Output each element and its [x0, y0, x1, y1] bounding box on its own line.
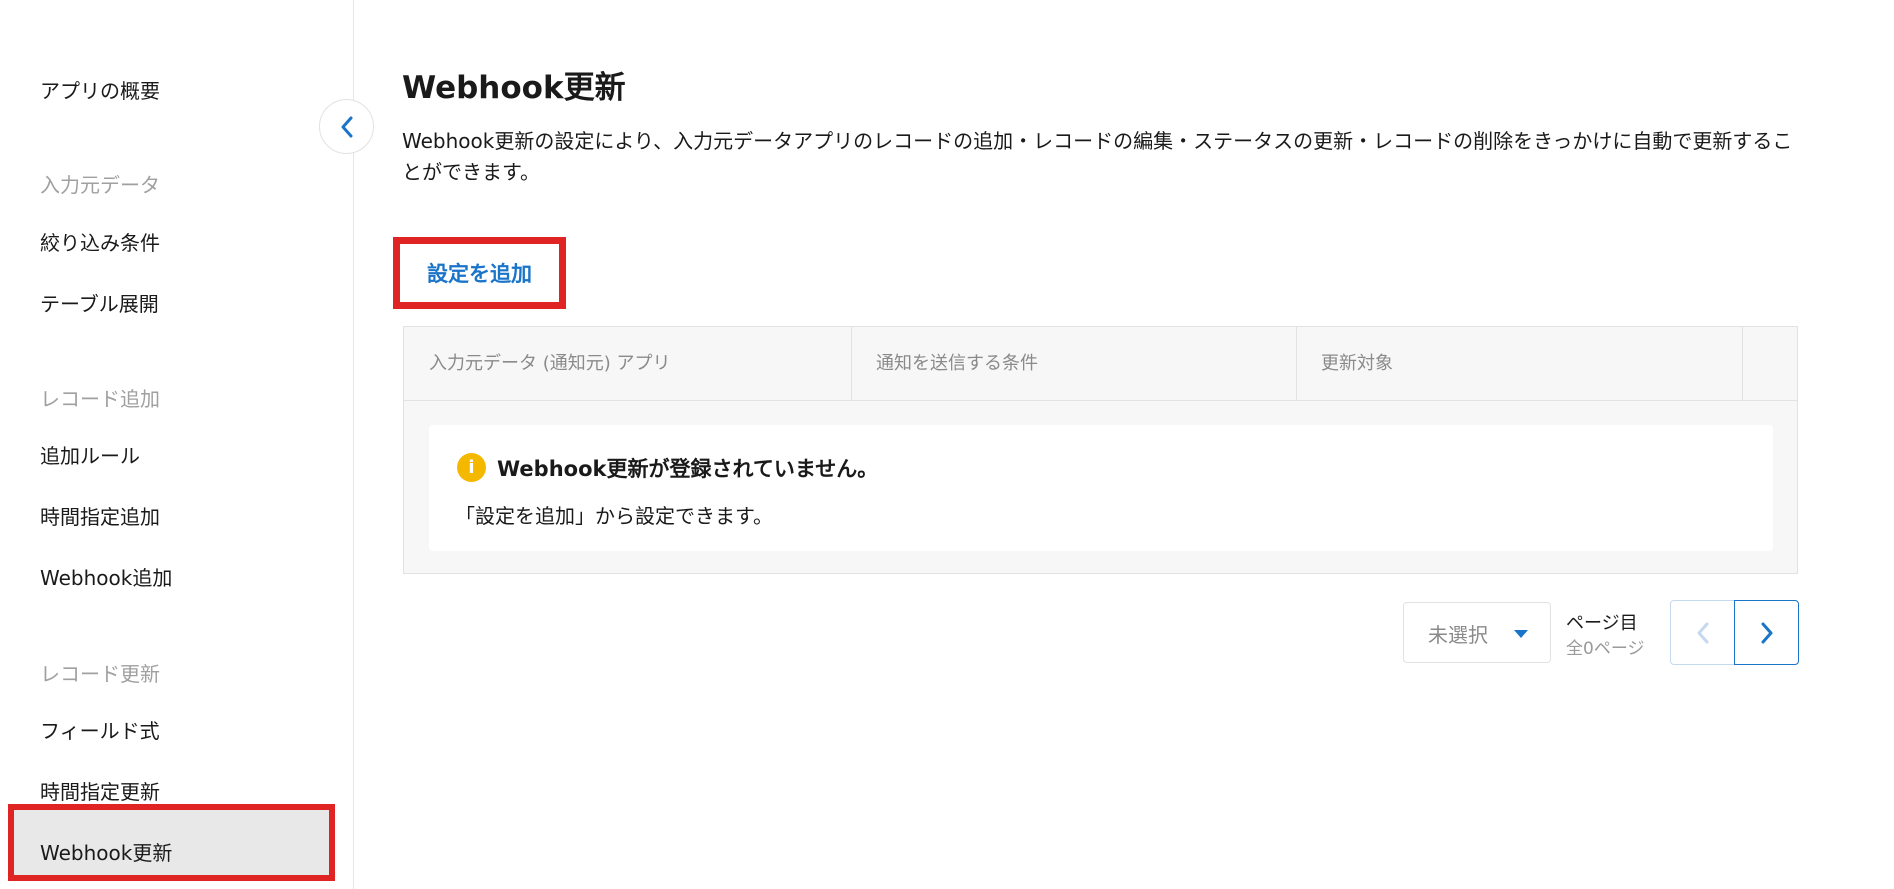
page-description: Webhook更新の設定により、入力元データアプリのレコードの追加・レコードの編…	[402, 129, 1793, 184]
sidebar-item-add-rules[interactable]: 追加ルール	[40, 442, 140, 470]
column-header-update-target: 更新対象	[1321, 353, 1393, 374]
table-header: 入力元データ (通知元) アプリ 通知を送信する条件 更新対象	[404, 327, 1797, 401]
sidebar-item-filter-conditions[interactable]: 絞り込み条件	[40, 229, 160, 257]
column-divider	[1742, 327, 1743, 400]
sidebar-item-webhook-update[interactable]: Webhook更新	[40, 839, 172, 867]
sidebar-item-table-expand[interactable]: テーブル展開	[40, 290, 159, 318]
page-select-value: 未選択	[1428, 623, 1488, 647]
column-divider	[1296, 327, 1297, 400]
sidebar-section-record-add: レコード追加	[40, 387, 160, 411]
empty-state-title: Webhook更新が登録されていません。	[497, 457, 879, 481]
page-select[interactable]: 未選択	[1403, 602, 1551, 663]
next-page-button[interactable]	[1734, 600, 1799, 665]
chevron-left-icon	[1697, 622, 1708, 643]
empty-state: i Webhook更新が登録されていません。 「設定を追加」から設定できます。	[429, 425, 1773, 551]
sidebar-collapse-button[interactable]	[319, 99, 374, 154]
caret-down-icon	[1514, 630, 1528, 638]
sidebar: アプリの概要 入力元データ 絞り込み条件 テーブル展開 レコード追加 追加ルール…	[0, 0, 354, 889]
add-setting-button[interactable]: 設定を追加	[427, 258, 532, 288]
page-total: 全0ページ	[1566, 639, 1645, 659]
sidebar-item-app-overview[interactable]: アプリの概要	[40, 77, 160, 105]
chevron-left-icon	[341, 116, 352, 137]
sidebar-item-field-formula[interactable]: フィールド式	[40, 717, 160, 745]
sidebar-item-scheduled-add[interactable]: 時間指定追加	[40, 503, 160, 531]
column-header-send-condition: 通知を送信する条件	[876, 353, 1038, 374]
sidebar-section-record-update: レコード更新	[40, 662, 160, 686]
sidebar-item-webhook-add[interactable]: Webhook追加	[40, 564, 172, 592]
page-label: ページ目	[1566, 613, 1638, 634]
webhook-table: 入力元データ (通知元) アプリ 通知を送信する条件 更新対象 i Webhoo…	[403, 326, 1798, 574]
column-header-source-app: 入力元データ (通知元) アプリ	[429, 353, 671, 374]
column-divider	[851, 327, 852, 400]
sidebar-section-input-data: 入力元データ	[40, 173, 160, 197]
empty-state-subtitle: 「設定を追加」から設定できます。	[455, 504, 773, 528]
page-title: Webhook更新	[402, 70, 626, 106]
sidebar-item-scheduled-update[interactable]: 時間指定更新	[40, 778, 160, 806]
prev-page-button[interactable]	[1670, 600, 1735, 665]
add-setting-button-highlight: 設定を追加	[393, 237, 566, 309]
info-icon: i	[457, 453, 486, 482]
chevron-right-icon	[1761, 622, 1772, 643]
